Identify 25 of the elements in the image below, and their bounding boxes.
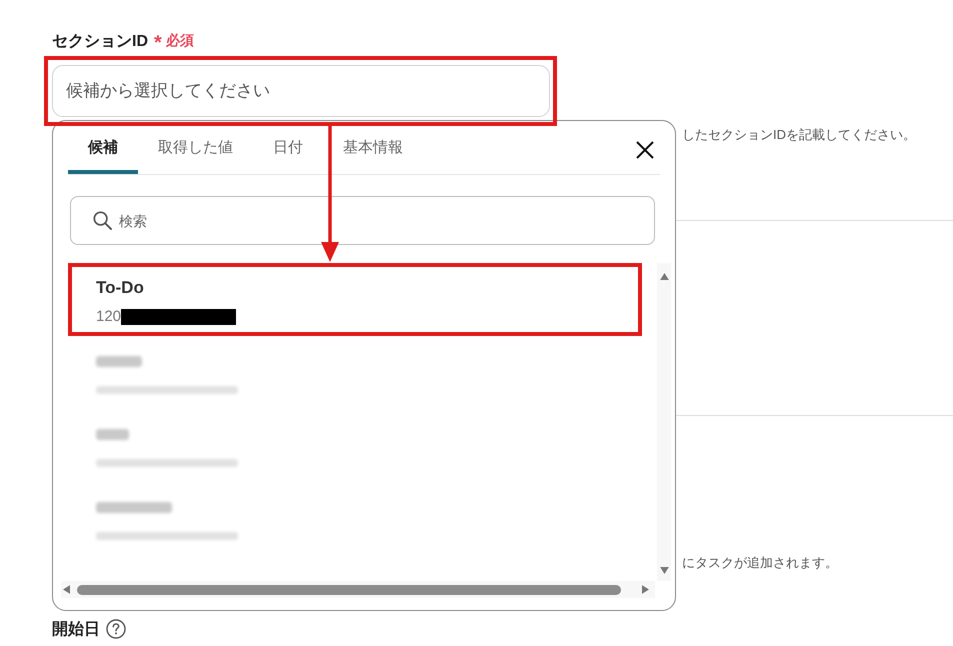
search-field[interactable]: 検索 bbox=[70, 196, 655, 245]
scrollbar-thumb[interactable] bbox=[77, 584, 621, 594]
blurred-title bbox=[96, 429, 129, 440]
help-text: にタスクが追加されます。 bbox=[682, 554, 839, 572]
search-icon bbox=[93, 211, 112, 230]
option-id: 120 bbox=[96, 307, 122, 327]
scroll-up-icon[interactable] bbox=[660, 273, 668, 280]
tab[interactable]: 日付 bbox=[253, 121, 323, 174]
blurred-title bbox=[96, 356, 142, 367]
tab[interactable]: 取得した値 bbox=[138, 121, 253, 174]
tab[interactable]: 基本情報 bbox=[323, 121, 423, 174]
help-icon[interactable] bbox=[106, 619, 126, 639]
tab[interactable]: 候補 bbox=[68, 121, 138, 174]
field-label: 開始日 bbox=[52, 620, 100, 640]
required-asterisk: * bbox=[154, 31, 162, 54]
scroll-left-icon[interactable] bbox=[63, 585, 70, 594]
close-icon[interactable] bbox=[636, 141, 654, 159]
required-label: 必須 bbox=[166, 32, 194, 50]
scroll-right-icon[interactable] bbox=[642, 585, 649, 594]
help-text: したセクションIDを記載してください。 bbox=[682, 126, 917, 144]
scroll-down-icon[interactable] bbox=[660, 567, 668, 574]
section-select-field[interactable]: 候補から選択してください bbox=[52, 65, 550, 117]
option-item[interactable]: To-Do 120 bbox=[68, 263, 642, 336]
option-title: To-Do bbox=[96, 277, 145, 299]
field-label: セクションID bbox=[52, 32, 148, 52]
